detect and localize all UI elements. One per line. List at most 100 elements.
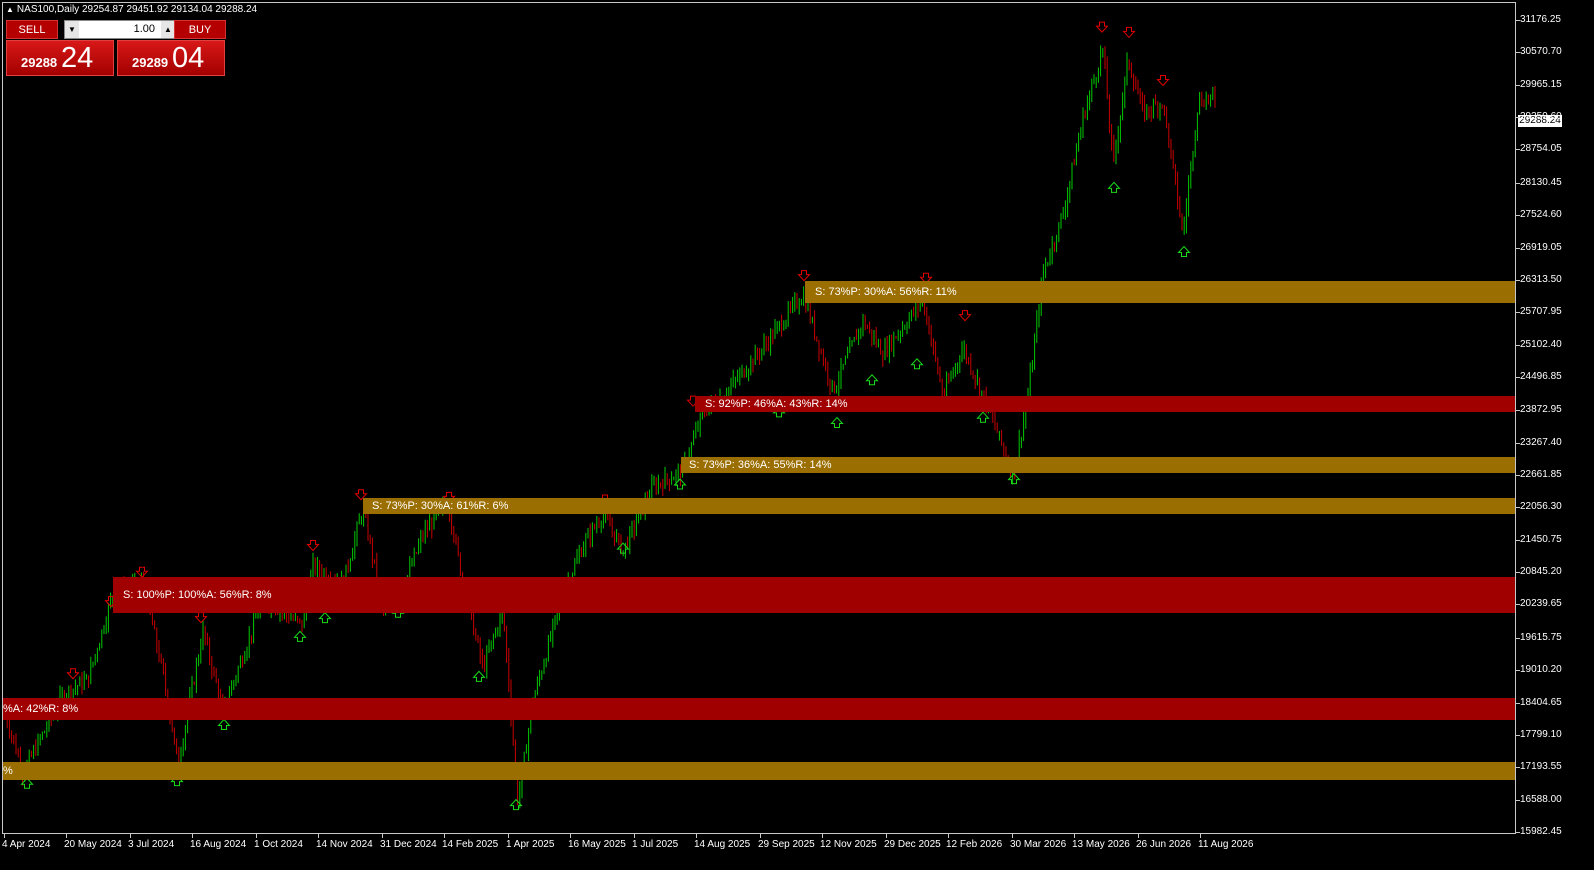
price-tick-mark bbox=[1516, 702, 1520, 704]
sr-zone-label: S: 73%P: 30%A: 56%R: 11% bbox=[815, 286, 957, 299]
price-tick-label: 16588.00 bbox=[1520, 793, 1562, 805]
arrow-up-icon bbox=[318, 611, 332, 624]
sell-price-main: 29288 bbox=[21, 55, 58, 70]
price-tick-mark bbox=[1516, 247, 1520, 249]
price-tick-label: 21450.75 bbox=[1520, 533, 1562, 545]
date-tick-mark bbox=[444, 834, 445, 838]
arrow-up-icon bbox=[472, 670, 486, 682]
price-tick-label: 25102.40 bbox=[1520, 338, 1562, 350]
date-tick-label: 1 Oct 2024 bbox=[254, 839, 303, 850]
price-tick-label: 23267.40 bbox=[1520, 436, 1562, 448]
price-tick-mark bbox=[1516, 215, 1520, 217]
price-tick-mark bbox=[1516, 767, 1520, 769]
arrow-up-icon bbox=[293, 630, 307, 642]
price-tick-label: 23872.95 bbox=[1520, 404, 1562, 416]
date-tick-mark bbox=[508, 834, 509, 838]
price-tick-label: 25707.95 bbox=[1520, 306, 1562, 318]
date-tick-label: 4 Apr 2024 bbox=[2, 839, 51, 850]
date-tick-label: 31 Dec 2024 bbox=[380, 839, 437, 850]
price-tick-mark bbox=[1516, 52, 1520, 54]
price-tick-label: 29965.15 bbox=[1520, 78, 1562, 90]
price-tick-mark bbox=[1516, 539, 1520, 541]
price-tick-label: 22661.85 bbox=[1520, 469, 1562, 481]
price-tick-mark bbox=[1516, 799, 1520, 801]
buy-price-box[interactable]: 29289 04 bbox=[117, 40, 225, 76]
lot-size-value[interactable]: 1.00 bbox=[134, 21, 155, 38]
date-tick-label: 30 Mar 2026 bbox=[1010, 839, 1067, 850]
arrow-down-icon bbox=[194, 612, 208, 624]
date-tick-mark bbox=[948, 834, 949, 838]
price-tick-mark bbox=[1516, 507, 1520, 509]
date-tick-label: 20 May 2024 bbox=[64, 839, 122, 850]
date-tick-mark bbox=[760, 834, 761, 838]
date-tick-mark bbox=[130, 834, 131, 838]
symbol-title-text: NAS100,Daily 29254.87 29451.92 29134.04 … bbox=[16, 4, 258, 15]
price-tick-mark bbox=[1516, 475, 1520, 477]
date-tick-label: 3 Jul 2024 bbox=[128, 839, 175, 850]
arrow-down-icon bbox=[306, 539, 320, 552]
sell-price-box[interactable]: 29288 24 bbox=[6, 40, 114, 76]
date-tick-label: 14 Aug 2025 bbox=[694, 839, 751, 850]
date-tick-label: 16 Aug 2024 bbox=[190, 839, 247, 850]
price-tick-label: 20845.20 bbox=[1520, 566, 1562, 578]
arrow-up-icon bbox=[20, 777, 34, 789]
chart-window: S: 73%P: 30%A: 56%R: 11% S: 92%P: 46%A: 4… bbox=[0, 0, 1594, 870]
price-tick-mark bbox=[1516, 20, 1520, 21]
price-tick-label: 20239.65 bbox=[1520, 598, 1562, 610]
price-tick-mark bbox=[1516, 670, 1520, 672]
sell-button[interactable]: SELL bbox=[6, 20, 58, 39]
date-tick-label: 14 Nov 2024 bbox=[316, 839, 373, 850]
arrow-up-icon bbox=[976, 411, 990, 423]
buy-price-main: 29289 bbox=[132, 55, 169, 70]
date-tick-label: 12 Nov 2025 bbox=[820, 839, 877, 850]
price-tick-label: 17799.10 bbox=[1520, 728, 1562, 740]
price-tick-label: 30570.70 bbox=[1520, 46, 1562, 58]
sr-zone bbox=[3, 698, 1515, 721]
date-tick-label: 26 Jun 2026 bbox=[1136, 839, 1192, 850]
lot-size-input[interactable]: ▼ 1.00 ▲ bbox=[64, 20, 176, 39]
date-tick-mark bbox=[382, 834, 383, 838]
date-tick-label: 14 Feb 2025 bbox=[442, 839, 499, 850]
price-tick-mark bbox=[1516, 117, 1520, 119]
price-tick-mark bbox=[1516, 312, 1520, 314]
triangle-down-icon[interactable]: ▼ bbox=[65, 21, 79, 38]
date-tick-label: 1 Jul 2025 bbox=[632, 839, 679, 850]
price-tick-label: 31176.25 bbox=[1520, 14, 1561, 25]
arrow-up-icon bbox=[217, 718, 231, 731]
sr-zone bbox=[3, 761, 1515, 780]
date-tick-label: 12 Feb 2026 bbox=[946, 839, 1003, 850]
price-tick-label: 28754.05 bbox=[1520, 143, 1562, 155]
buy-price-pips: 04 bbox=[172, 42, 205, 74]
sr-zone-label: %A: 42%R: 8% bbox=[3, 703, 79, 716]
date-tick-mark bbox=[66, 834, 67, 838]
price-tick-label: 18404.65 bbox=[1520, 696, 1562, 708]
price-tick-mark bbox=[1516, 734, 1520, 736]
sr-zone bbox=[363, 497, 1515, 514]
arrow-down-icon bbox=[135, 566, 149, 578]
triangle-up-icon[interactable]: ▲ bbox=[161, 21, 175, 38]
date-tick-mark bbox=[886, 834, 887, 838]
arrow-down-icon bbox=[958, 310, 972, 322]
price-tick-label: 28130.45 bbox=[1520, 176, 1562, 188]
price-tick-label: 15982.45 bbox=[1520, 826, 1562, 837]
buy-button[interactable]: BUY bbox=[174, 20, 226, 39]
sr-zone-label: S: 73%P: 36%A: 55%R: 14% bbox=[689, 458, 832, 471]
date-tick-mark bbox=[822, 834, 823, 838]
price-tick-label: 19615.75 bbox=[1520, 631, 1562, 643]
price-tick-mark bbox=[1516, 832, 1520, 833]
arrow-up-icon bbox=[830, 416, 844, 429]
date-tick-label: 11 Aug 2026 bbox=[1198, 839, 1254, 850]
arrow-down-icon bbox=[66, 668, 80, 680]
price-tick-label: 27524.60 bbox=[1520, 209, 1562, 221]
price-tick-mark bbox=[1516, 182, 1520, 184]
price-tick-label: 29359.60 bbox=[1520, 111, 1562, 123]
sr-zone-label: S: 73%P: 30%A: 61%R: 6% bbox=[372, 499, 509, 512]
chart-area[interactable]: S: 73%P: 30%A: 56%R: 11% S: 92%P: 46%A: 4… bbox=[2, 2, 1516, 834]
arrow-up-icon bbox=[1177, 245, 1191, 258]
symbol-title: ▲ NAS100,Daily 29254.87 29451.92 29134.04… bbox=[6, 4, 257, 15]
sr-zone bbox=[113, 577, 1515, 614]
arrow-down-icon bbox=[1095, 21, 1109, 33]
date-tick-mark bbox=[1200, 834, 1201, 838]
date-tick-mark bbox=[1012, 834, 1013, 838]
price-tick-mark bbox=[1516, 376, 1520, 378]
